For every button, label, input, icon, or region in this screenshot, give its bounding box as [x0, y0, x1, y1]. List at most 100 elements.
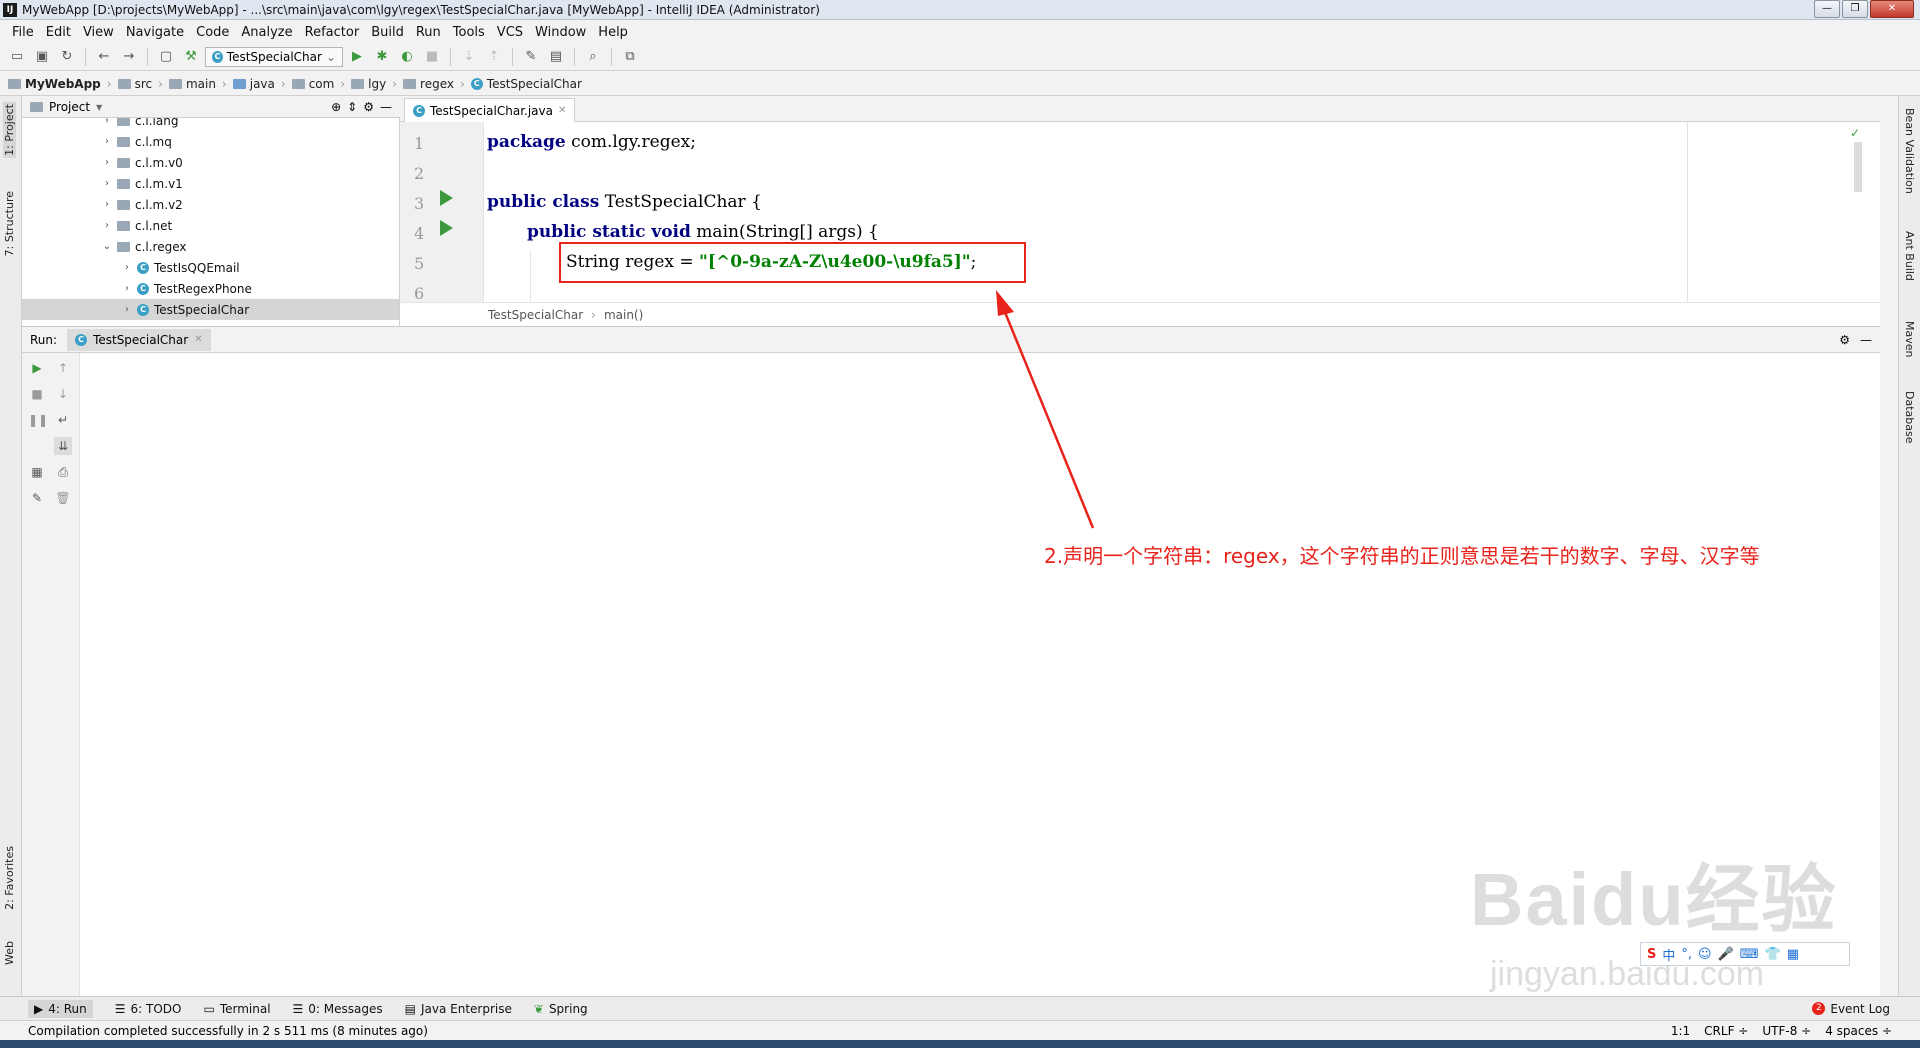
down-icon[interactable]: ↓	[54, 385, 72, 403]
debug-icon[interactable]: ✱	[371, 46, 393, 68]
tree-item-class[interactable]: › C TestRegexPhone	[122, 278, 252, 299]
rerun-icon[interactable]: ▶	[28, 359, 46, 377]
tree-item-package-regex[interactable]: ⌄ c.l.regex	[102, 236, 187, 257]
tab-java-enterprise[interactable]: ▤ Java Enterprise	[405, 1002, 512, 1016]
locate-icon[interactable]: ⊕	[331, 100, 341, 114]
back-icon[interactable]: ←	[93, 46, 115, 68]
gear-icon[interactable]: ⚙	[1839, 333, 1850, 347]
tab-project[interactable]: 1: Project	[3, 102, 16, 158]
save-icon[interactable]: ▣	[31, 46, 53, 68]
settings-wrench-icon[interactable]: ✎	[520, 46, 542, 68]
vcs-update-icon[interactable]: ⇣	[458, 46, 480, 68]
close-button[interactable]: ✕	[1870, 0, 1914, 18]
crumb-class[interactable]: TestSpecialChar	[488, 308, 583, 322]
layout-icon[interactable]: ▦	[28, 463, 46, 481]
maximize-button[interactable]: ❐	[1842, 0, 1868, 18]
event-log-button[interactable]: 2 Event Log	[1812, 1002, 1890, 1016]
menu-analyze[interactable]: Analyze	[235, 25, 298, 40]
tab-run[interactable]: ▶ 4: Run	[28, 999, 93, 1018]
tab-testspecialchar-java[interactable]: C TestSpecialChar.java ✕	[404, 98, 576, 122]
tab-terminal[interactable]: ▭ Terminal	[203, 1002, 270, 1016]
menu-window[interactable]: Window	[529, 25, 592, 40]
line-separator[interactable]: CRLF ÷	[1704, 1024, 1748, 1038]
crumb-method[interactable]: main()	[604, 308, 643, 322]
soft-wrap-icon[interactable]: ↵	[54, 411, 72, 429]
run-gutter-icon[interactable]	[440, 190, 453, 206]
ime-toolbar[interactable]: S 中 °, ☺ 🎤 ⌨ 👕 ▦	[1640, 942, 1850, 966]
menu-build[interactable]: Build	[365, 25, 410, 40]
tab-web[interactable]: Web	[3, 941, 16, 965]
menu-view[interactable]: View	[77, 25, 120, 40]
breadcrumb-regex[interactable]: regex	[403, 77, 454, 91]
pin-icon[interactable]: ✎	[28, 489, 46, 507]
tab-bean-validation[interactable]: Bean Validation	[1903, 108, 1916, 194]
project-structure-icon[interactable]: ▢	[155, 46, 177, 68]
pause-icon[interactable]: ❚❚	[28, 411, 48, 429]
open-folder-icon[interactable]: ▭	[6, 46, 28, 68]
tab-structure[interactable]: 7: Structure	[3, 191, 16, 256]
tree-item-class[interactable]: › C TestIsQQEmail	[122, 257, 240, 278]
up-icon[interactable]: ↑	[54, 359, 72, 377]
menu-tools[interactable]: Tools	[447, 25, 491, 40]
tab-ant-build[interactable]: Ant Build	[1903, 231, 1916, 281]
run-gutter-icon[interactable]	[440, 220, 453, 236]
menu-code[interactable]: Code	[190, 25, 235, 40]
breadcrumb-src[interactable]: src	[117, 77, 152, 91]
forward-icon[interactable]: →	[118, 46, 140, 68]
editor-scrollbar[interactable]	[1854, 142, 1862, 192]
hide-icon[interactable]: —	[380, 100, 392, 114]
hide-icon[interactable]: —	[1860, 333, 1872, 347]
run-icon[interactable]: ▶	[346, 46, 368, 68]
tree-item-package[interactable]: › c.l.m.v0	[102, 152, 183, 173]
close-icon[interactable]: ✕	[194, 334, 202, 345]
tab-spring[interactable]: ❦ Spring	[534, 1002, 588, 1016]
breadcrumb-com[interactable]: com	[291, 77, 334, 91]
vcs-commit-icon[interactable]: ⇡	[483, 46, 505, 68]
caret-position[interactable]: 1:1	[1671, 1024, 1690, 1038]
menu-refactor[interactable]: Refactor	[299, 25, 366, 40]
trash-icon[interactable]: 🗑	[54, 489, 72, 507]
tree-item-package[interactable]: › c.l.m.v2	[102, 194, 183, 215]
tree-item-package[interactable]: › c.l.mq	[102, 131, 172, 152]
gear-icon[interactable]: ⚙	[363, 100, 374, 114]
scroll-to-end-icon[interactable]: ⇊	[54, 437, 72, 455]
coverage-icon[interactable]: ◐	[396, 46, 418, 68]
breadcrumb-project[interactable]: MyWebApp	[8, 77, 101, 91]
search-icon[interactable]: ⌕	[582, 46, 604, 68]
tab-todo[interactable]: ☰ 6: TODO	[115, 1002, 182, 1016]
sync-icon[interactable]: ↻	[56, 46, 78, 68]
menu-vcs[interactable]: VCS	[491, 25, 529, 40]
stop-icon[interactable]: ■	[28, 385, 46, 403]
menu-file[interactable]: File	[6, 25, 40, 40]
tab-maven[interactable]: Maven	[1903, 321, 1916, 357]
tree-item-package[interactable]: › c.l.net	[102, 215, 172, 236]
tree-item-package[interactable]: › c.l.m.v1	[102, 173, 183, 194]
stop-icon[interactable]: ■	[421, 46, 443, 68]
menu-navigate[interactable]: Navigate	[120, 25, 190, 40]
tree-item-package[interactable]: › c.l.lang	[102, 118, 178, 131]
run-config-select[interactable]: C TestSpecialChar ⌄	[205, 46, 343, 67]
build-hammer-icon[interactable]: ⚒	[180, 46, 202, 68]
breadcrumb-main[interactable]: main	[168, 77, 216, 91]
tab-messages[interactable]: ☰ 0: Messages	[293, 1002, 383, 1016]
menu-run[interactable]: Run	[410, 25, 447, 40]
tab-favorites[interactable]: 2: Favorites	[3, 846, 16, 910]
menu-edit[interactable]: Edit	[40, 25, 77, 40]
breadcrumb-class[interactable]: C TestSpecialChar	[470, 77, 582, 91]
run-tab[interactable]: C TestSpecialChar ✕	[67, 328, 211, 351]
breadcrumb-lgy[interactable]: lgy	[351, 77, 386, 91]
print-icon[interactable]: ⎙	[54, 463, 72, 481]
minimize-button[interactable]: —	[1814, 0, 1840, 18]
tree-item-class-selected[interactable]: › C TestSpecialChar	[22, 299, 399, 320]
tab-database[interactable]: Database	[1903, 391, 1916, 444]
collapse-icon[interactable]: ⇕	[347, 100, 357, 114]
chevron-down-icon[interactable]: ▾	[96, 100, 102, 114]
project-view-selector[interactable]: Project	[49, 100, 90, 114]
indent-setting[interactable]: 4 spaces ÷	[1825, 1024, 1892, 1038]
close-icon[interactable]: ✕	[558, 105, 566, 116]
sdk-icon[interactable]: ⧉	[619, 46, 641, 68]
file-encoding[interactable]: UTF-8 ÷	[1762, 1024, 1811, 1038]
project-structure-settings-icon[interactable]: ▤	[545, 46, 567, 68]
breadcrumb-java[interactable]: java	[232, 77, 275, 91]
menu-help[interactable]: Help	[592, 25, 634, 40]
